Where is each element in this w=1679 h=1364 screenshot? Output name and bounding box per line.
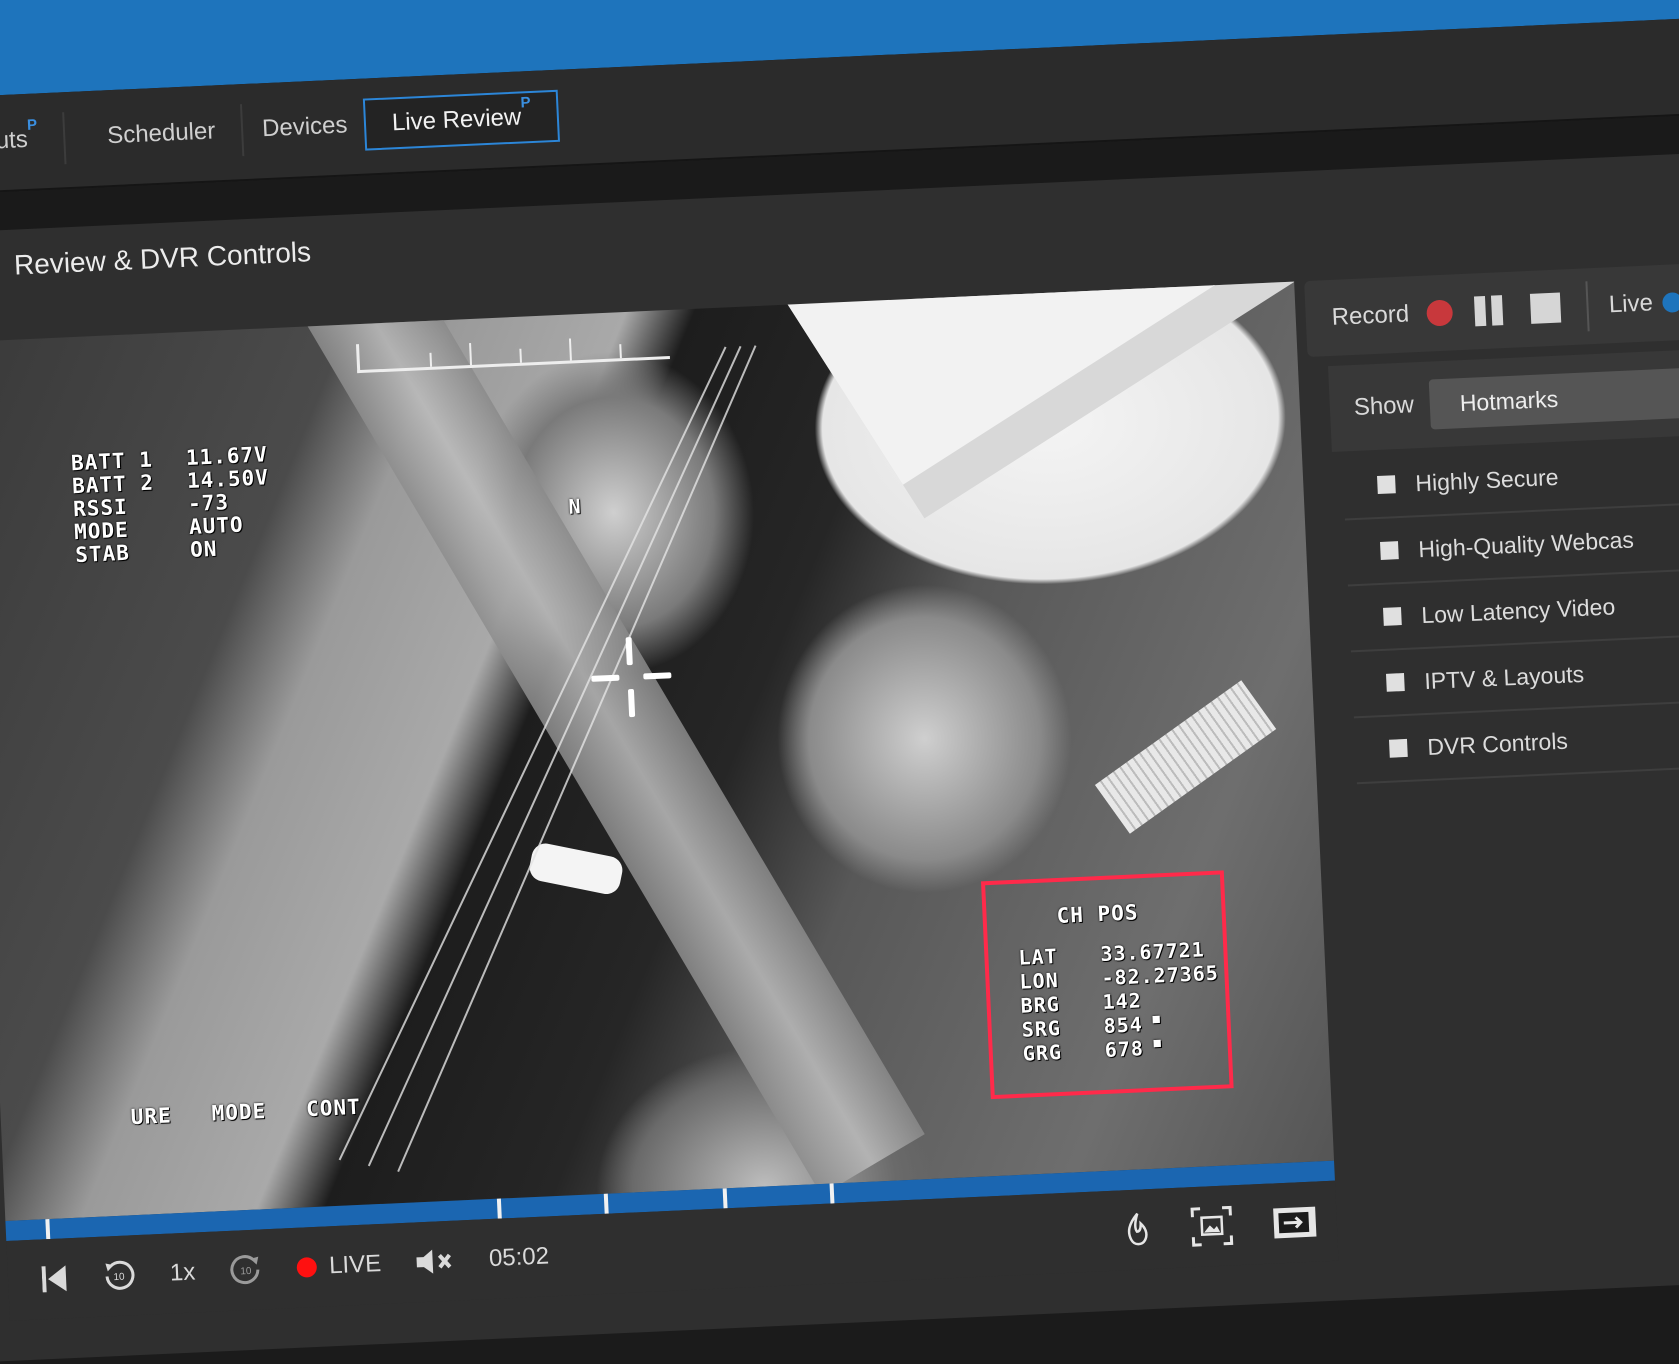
mode-value: CONT — [305, 1094, 362, 1122]
telemetry-key: STAB — [74, 540, 131, 568]
tab-badge: P — [26, 116, 38, 134]
timeline-marker[interactable] — [496, 1198, 502, 1219]
skip-to-start-button[interactable] — [41, 1263, 68, 1294]
record-label: Record — [1331, 300, 1410, 331]
timeline-marker[interactable] — [603, 1193, 609, 1214]
hotmark-label: DVR Controls — [1426, 727, 1569, 760]
hotmark-checkbox[interactable] — [1380, 541, 1399, 560]
rewind-10-icon: 10 — [105, 1260, 135, 1290]
dvr-side-panel: Record Live Show Hotmarks Highly Secure … — [1304, 258, 1679, 1280]
live-toggle[interactable] — [1662, 291, 1679, 313]
show-select[interactable]: Hotmarks — [1428, 363, 1679, 430]
target-unit: ■ — [1152, 1011, 1162, 1026]
divider — [1585, 281, 1591, 332]
timeline-marker[interactable] — [829, 1183, 835, 1204]
live-toggle-label: Live — [1608, 289, 1654, 319]
tab-live-review[interactable]: Live ReviewP — [362, 89, 561, 151]
capture-mode-overlay: URE MODE CONT — [130, 1093, 401, 1129]
target-unit: ■ — [1153, 1035, 1163, 1050]
forward-10-button[interactable]: 10 — [228, 1252, 264, 1288]
go-live-button[interactable]: LIVE — [296, 1250, 382, 1282]
video-scene-building — [762, 281, 1335, 485]
speaker-muted-icon — [416, 1249, 452, 1274]
mode-label: URE — [130, 1103, 173, 1130]
telemetry-value: AUTO — [188, 512, 245, 539]
rewind-seconds: 10 — [113, 1272, 125, 1284]
video-player[interactable]: BATT 1 11.67V BATT 2 14.50V RSSI -73 MODE AU… — [0, 281, 1335, 1222]
playback-speed: 1x — [169, 1258, 196, 1287]
timeline-marker[interactable] — [45, 1219, 51, 1240]
snapshot-icon — [1190, 1205, 1234, 1247]
hotmark-checkbox[interactable] — [1377, 475, 1396, 495]
playback-speed-button[interactable]: 1x — [169, 1258, 196, 1287]
playback-time: 05:02 — [488, 1242, 549, 1273]
target-box-title: CH POS — [1056, 900, 1139, 928]
record-button[interactable] — [1426, 299, 1454, 327]
snapshot-button[interactable] — [1190, 1205, 1234, 1247]
tab-devices[interactable]: Devices — [234, 98, 377, 157]
tab-scheduler[interactable]: Scheduler — [80, 104, 245, 164]
target-value: 142 — [1102, 988, 1143, 1015]
hotmark-label: IPTV & Layouts — [1423, 660, 1585, 694]
target-value: 854 — [1103, 1012, 1144, 1038]
hotmark-checkbox[interactable] — [1382, 607, 1402, 626]
live-label: LIVE — [328, 1250, 382, 1280]
target-position-box: CH POS LAT 33.67721 LON -82.27365 BRG 142 S… — [980, 870, 1234, 1100]
video-scene-road — [261, 281, 925, 1196]
rewind-10-button[interactable]: 10 — [101, 1258, 137, 1294]
tab-badge: P — [520, 94, 531, 112]
mute-button[interactable] — [414, 1246, 455, 1278]
tab-label: Devices — [261, 111, 348, 143]
forward-seconds: 10 — [240, 1266, 252, 1278]
show-label: Show — [1353, 391, 1415, 421]
hotmark-label: High-Quality Webcas — [1417, 525, 1635, 562]
pause-icon-bar — [1491, 295, 1504, 326]
target-value: -82.27365 — [1100, 960, 1220, 991]
telemetry-value: -73 — [187, 490, 230, 516]
tab-label: Live Review — [391, 103, 522, 137]
pause-icon-bar — [1474, 295, 1487, 327]
skip-to-start-icon — [41, 1265, 67, 1293]
telemetry-value: ON — [189, 536, 218, 562]
target-value: 678 — [1104, 1036, 1145, 1062]
hotmark-label: Highly Secure — [1414, 463, 1559, 496]
thermal-button[interactable] — [1124, 1211, 1152, 1248]
video-scene-trailer — [1094, 680, 1277, 834]
tab-label: outs — [0, 125, 29, 155]
forward-10-icon: 10 — [230, 1255, 260, 1285]
pause-button[interactable] — [1474, 295, 1509, 327]
exit-icon — [1273, 1206, 1317, 1239]
target-row: GRG 678 ■ — [1022, 1035, 1162, 1065]
crosshair-icon — [590, 635, 674, 719]
time-readout: 05:02 — [488, 1242, 550, 1273]
stop-button[interactable] — [1530, 292, 1562, 324]
mode-label: MODE — [211, 1099, 267, 1126]
telemetry-value: 14.50V — [186, 465, 270, 493]
exit-button[interactable] — [1272, 1206, 1317, 1240]
hotmark-checkbox[interactable] — [1385, 673, 1405, 692]
compass-north-label: N — [568, 494, 583, 519]
flame-icon — [1127, 1212, 1148, 1246]
live-indicator-icon — [296, 1256, 318, 1278]
timeline-marker[interactable] — [722, 1188, 728, 1209]
hotmark-label: Low Latency Video — [1420, 592, 1616, 628]
show-filter: Show Hotmarks — [1327, 345, 1679, 453]
app-window: outsP Scheduler Devices Live ReviewP Rev… — [0, 0, 1679, 1364]
video-scene-car — [527, 841, 625, 897]
tab-label: Scheduler — [106, 117, 216, 150]
player-tools — [1083, 1182, 1318, 1272]
hotmark-checkbox[interactable] — [1388, 738, 1408, 758]
tab-layouts[interactable]: outsP — [0, 112, 67, 170]
target-key: GRG — [1022, 1039, 1063, 1066]
telemetry-overlay: BATT 1 11.67V BATT 2 14.50V RSSI -73 MODE AU… — [71, 442, 273, 568]
hotmarks-list: Highly Secure High-Quality Webcas Low La… — [1342, 433, 1679, 785]
